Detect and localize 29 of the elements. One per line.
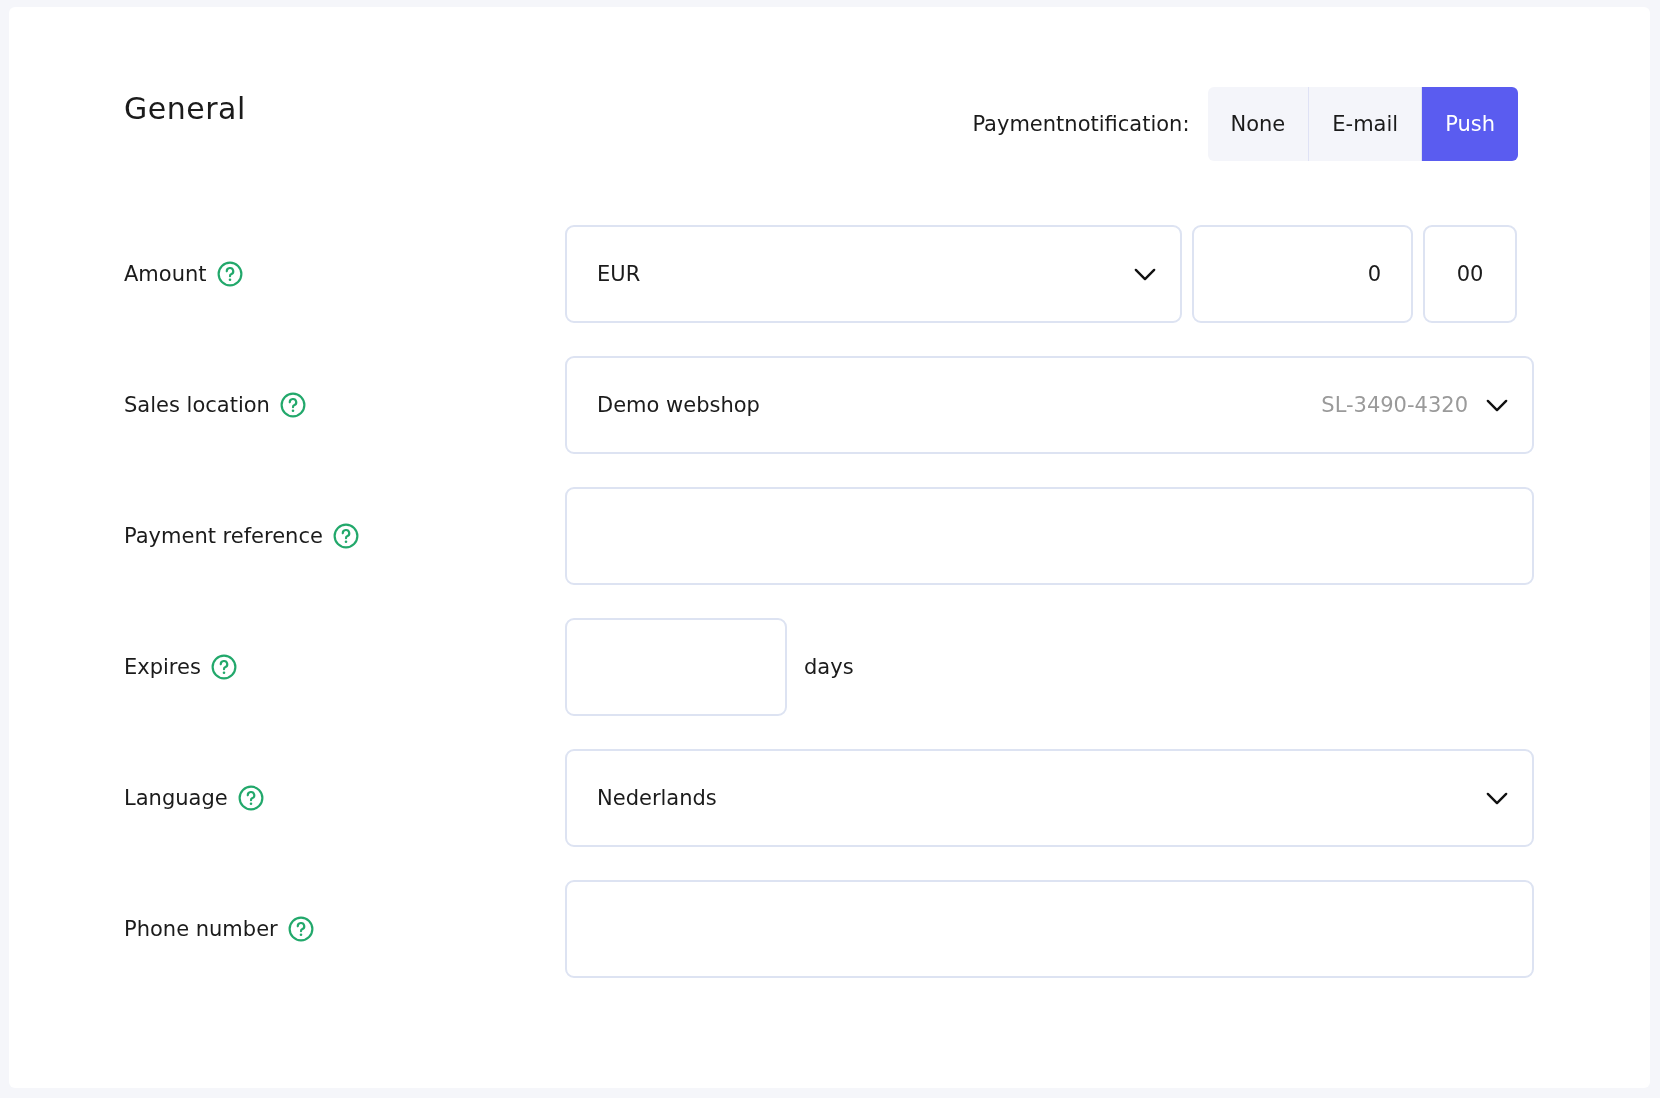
unit-label: days	[804, 655, 854, 679]
help-icon[interactable]	[287, 916, 314, 942]
select-field[interactable]: Demo webshop SL-3490-4320	[565, 356, 1534, 454]
notification-option[interactable]: None	[1207, 87, 1309, 161]
select-field[interactable]: Nederlands	[565, 749, 1534, 847]
field-label: Sales location	[124, 393, 270, 417]
notification-label: Paymentnotification:	[972, 112, 1190, 136]
input-field[interactable]	[565, 618, 787, 716]
help-icon[interactable]	[279, 392, 306, 418]
field-label: Phone number	[124, 917, 278, 941]
help-icon[interactable]	[216, 261, 243, 287]
chevron-down-icon	[1134, 267, 1156, 281]
help-icon[interactable]	[332, 523, 359, 549]
select-field[interactable]: EUR	[565, 225, 1182, 323]
field-label: Payment reference	[124, 524, 323, 548]
input-field[interactable]	[565, 880, 1534, 978]
field-label: Language	[124, 786, 228, 810]
amount-field[interactable]: 0	[1192, 225, 1413, 323]
cents-field[interactable]: 00	[1423, 225, 1517, 323]
chevron-down-icon	[1486, 398, 1508, 412]
section-title: General	[124, 90, 246, 126]
notification-option[interactable]: E-mail	[1308, 87, 1422, 161]
input-field[interactable]	[565, 487, 1534, 585]
field-label: Expires	[124, 655, 201, 679]
chevron-down-icon	[1486, 791, 1508, 805]
help-icon[interactable]	[237, 785, 264, 811]
field-label: Amount	[124, 262, 207, 286]
notification-option[interactable]: Push	[1421, 87, 1518, 161]
help-icon[interactable]	[210, 654, 237, 680]
